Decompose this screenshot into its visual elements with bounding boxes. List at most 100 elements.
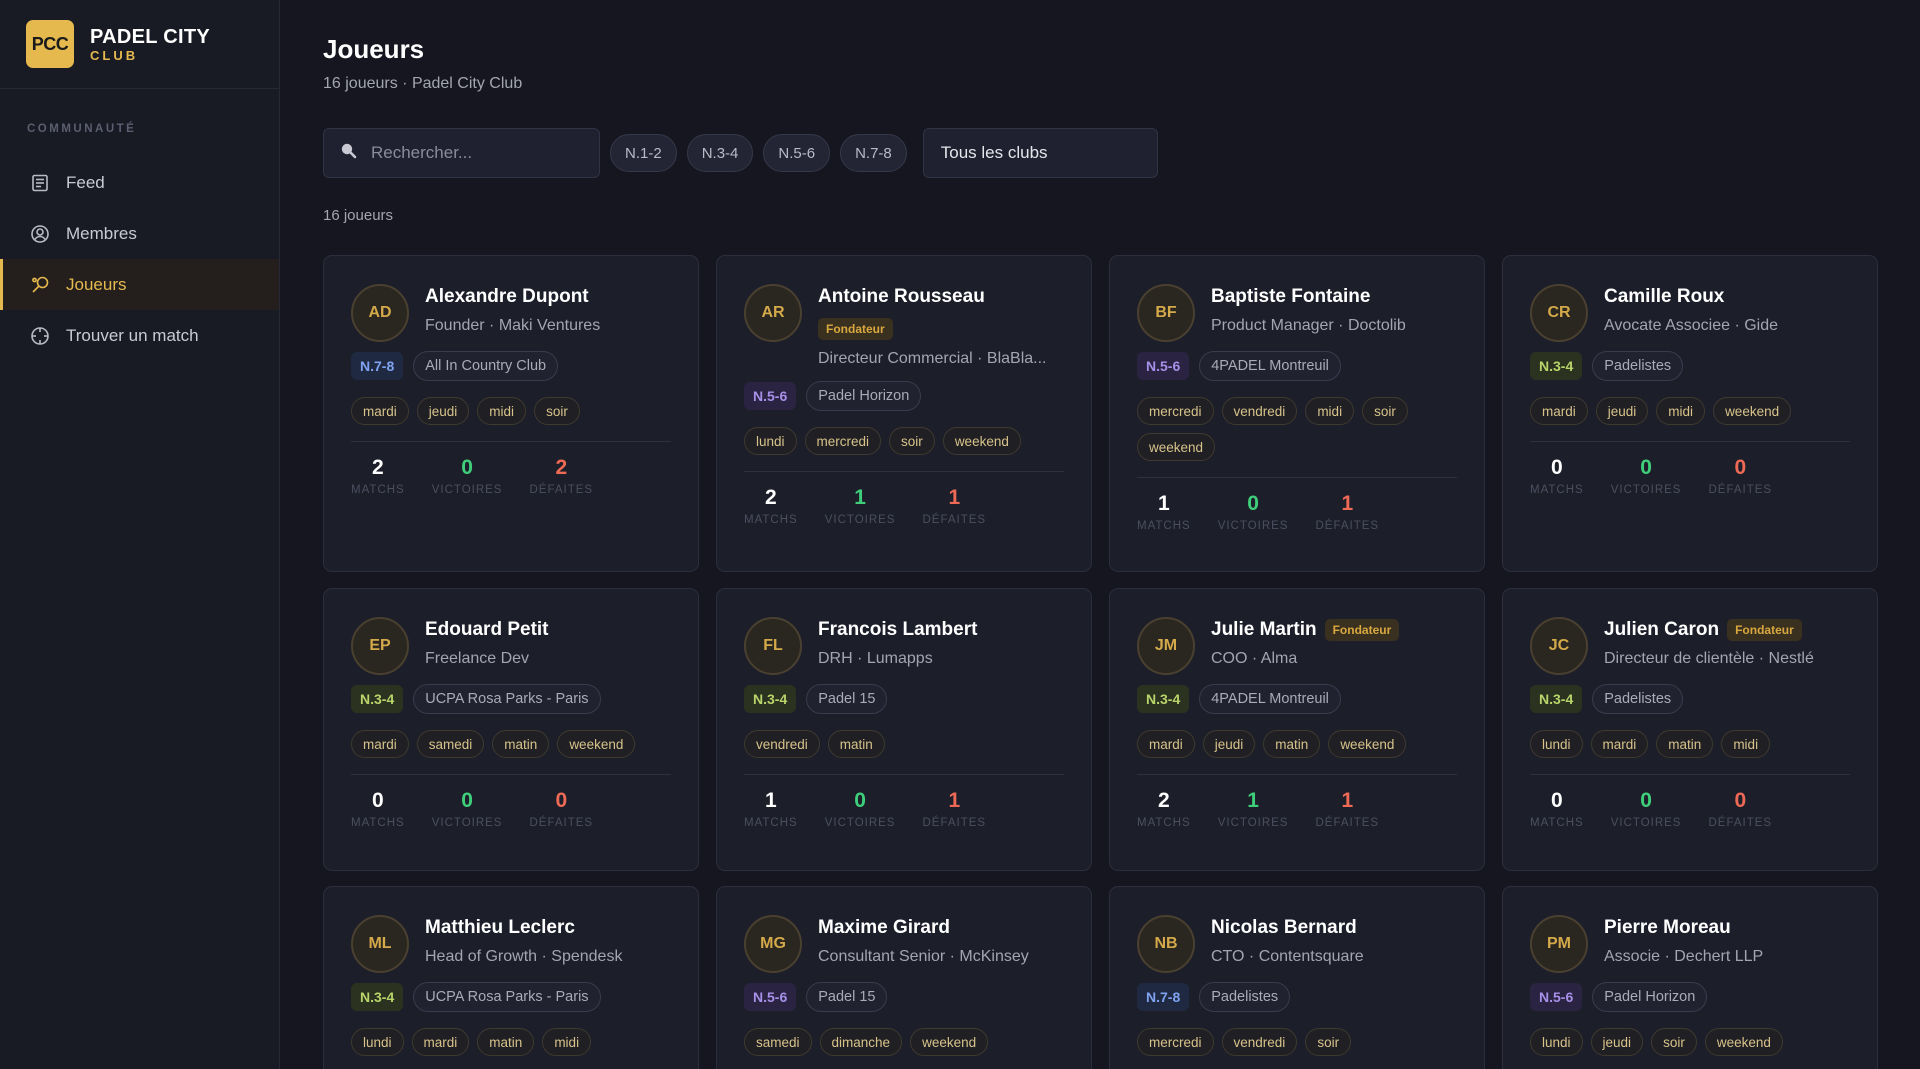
player-name[interactable]: Camille Roux: [1604, 286, 1724, 308]
player-name[interactable]: Francois Lambert: [818, 619, 977, 641]
sidebar-item-membres[interactable]: Membres: [0, 208, 279, 259]
avatar: EP: [351, 617, 409, 675]
matches-label: MATCHS: [1137, 817, 1191, 829]
availability-tag: soir: [889, 427, 935, 455]
stat-losses: 1 DÉFAITES: [922, 483, 986, 526]
availability-tag: jeudi: [416, 397, 470, 425]
availability-tag: lundi: [1530, 1028, 1583, 1056]
player-card[interactable]: FL Francois Lambert DRH · Lumapps N.3-4 Pade…: [716, 588, 1092, 871]
player-role: Avocate Associee · Gide: [1604, 317, 1779, 334]
sidebar-item-trouver-un-match[interactable]: Trouver un match: [0, 310, 279, 361]
losses-value: 0: [1734, 789, 1747, 812]
sidebar-item-label: Joueurs: [66, 274, 127, 294]
club-logo: PCC: [26, 20, 74, 68]
avatar: PM: [1530, 915, 1588, 973]
club-chip: Padel 15: [806, 684, 888, 714]
player-card[interactable]: JM Julie Martin Fondateur COO · Alma N.3-4 4P…: [1109, 588, 1485, 871]
losses-label: DÉFAITES: [529, 484, 594, 496]
club-chip: 4PADEL Montreuil: [1199, 684, 1341, 714]
matches-value: 2: [765, 486, 777, 509]
player-name[interactable]: Alexandre Dupont: [425, 286, 589, 308]
player-name[interactable]: Julie Martin: [1211, 619, 1317, 641]
availability-tag: vendredi: [1221, 397, 1298, 425]
losses-label: DÉFAITES: [1708, 817, 1773, 829]
search-icon: [340, 142, 357, 164]
availability-tag: jeudi: [1595, 397, 1649, 425]
availability-tags: lundi mardi matin midi: [351, 1028, 678, 1064]
player-name[interactable]: Baptiste Fontaine: [1211, 286, 1370, 308]
brand[interactable]: PCC PADEL CITY CLUB: [0, 0, 279, 89]
player-card[interactable]: EP Edouard Petit Freelance Dev N.3-4 UCPA Ro…: [323, 588, 699, 871]
player-name[interactable]: Matthieu Leclerc: [425, 917, 575, 939]
player-card[interactable]: CR Camille Roux Avocate Associee · Gide N.3…: [1502, 255, 1878, 572]
founder-badge: Fondateur: [1727, 619, 1802, 641]
wins-label: VICTOIRES: [824, 514, 896, 526]
level-badge: N.3-4: [1530, 352, 1583, 380]
page-subtitle: 16 joueurs · Padel City Club: [323, 75, 523, 92]
club-chip: Padelistes: [1592, 351, 1684, 381]
stat-wins: 0 VICTOIRES: [1611, 453, 1682, 496]
player-name[interactable]: Julien Caron: [1604, 619, 1719, 641]
availability-tag: matin: [492, 730, 550, 758]
player-stats: 0 MATCHS 0 VICTOIRES 0 DÉFAITES: [1530, 786, 1799, 829]
avatar: AR: [744, 284, 802, 342]
stat-wins: 0 VICTOIRES: [825, 786, 896, 829]
matches-label: MATCHS: [1137, 520, 1191, 532]
losses-value: 2: [555, 456, 568, 479]
availability-tag: samedi: [416, 730, 485, 758]
availability-tags: lundi mardi matin midi: [1530, 730, 1857, 766]
stat-losses: 0 DÉFAITES: [529, 786, 593, 829]
availability-tag: matin: [1656, 730, 1714, 758]
avatar: BF: [1137, 284, 1195, 342]
matches-value: 2: [372, 456, 384, 479]
wins-label: VICTOIRES: [431, 484, 503, 496]
avatar: CR: [1530, 284, 1588, 342]
availability-tag: vendredi: [744, 730, 820, 758]
availability-tag: lundi: [351, 1028, 404, 1056]
level-filter-n5-6[interactable]: N.5-6: [763, 134, 831, 172]
wins-label: VICTOIRES: [1217, 817, 1289, 829]
player-name[interactable]: Maxime Girard: [818, 917, 950, 939]
user-circle-icon: [29, 223, 51, 245]
player-stats: 2 MATCHS 1 VICTOIRES 1 DÉFAITES: [744, 483, 1013, 526]
player-card[interactable]: AD Alexandre Dupont Founder · Maki Venture…: [323, 255, 699, 572]
search-box[interactable]: [323, 128, 600, 178]
availability-tag: mardi: [351, 730, 409, 758]
level-filter-n7-8[interactable]: N.7-8: [840, 134, 907, 172]
level-badge: N.3-4: [1137, 685, 1190, 713]
nav-section-title: COMMUNAUTÉ: [27, 123, 137, 135]
sidebar-item-joueurs[interactable]: Joueurs: [0, 259, 279, 310]
player-card[interactable]: MG Maxime Girard Consultant Senior · McKin…: [716, 886, 1092, 1069]
player-card[interactable]: NB Nicolas Bernard CTO · Contentsquare N.7-…: [1109, 886, 1485, 1069]
club-chip: 4PADEL Montreuil: [1199, 351, 1341, 381]
level-filter-n3-4[interactable]: N.3-4: [686, 134, 754, 172]
wins-value: 0: [1640, 456, 1652, 479]
player-name[interactable]: Antoine Rousseau: [818, 286, 985, 308]
search-input[interactable]: [371, 143, 591, 163]
player-card[interactable]: ML Matthieu Leclerc Head of Growth · Spend…: [323, 886, 699, 1069]
avatar: NB: [1137, 915, 1195, 973]
club-select[interactable]: Tous les clubs: [922, 128, 1158, 178]
sidebar-item-feed[interactable]: Feed: [0, 157, 279, 208]
filter-toolbar: N.1-2 N.3-4 N.5-6 N.7-8 Tous les clubs: [323, 128, 1158, 178]
player-card[interactable]: BF Baptiste Fontaine Product Manager · Doc…: [1109, 255, 1485, 572]
player-card[interactable]: JC Julien Caron Fondateur Directeur de clie…: [1502, 588, 1878, 871]
sidebar: PCC PADEL CITY CLUB COMMUNAUTÉ Feed Memb…: [0, 0, 280, 1069]
matches-label: MATCHS: [744, 817, 798, 829]
stat-losses: 0 DÉFAITES: [1708, 453, 1772, 496]
player-name[interactable]: Pierre Moreau: [1604, 917, 1731, 939]
padel-racket-icon: [29, 274, 51, 296]
player-name[interactable]: Edouard Petit: [425, 619, 549, 641]
player-name[interactable]: Nicolas Bernard: [1211, 917, 1357, 939]
player-card[interactable]: AR Antoine Rousseau Fondateur Directeur Com…: [716, 255, 1092, 572]
availability-tag: dimanche: [819, 1028, 903, 1056]
player-role: Consultant Senior · McKinsey: [818, 948, 1029, 965]
stat-wins: 0 VICTOIRES: [432, 453, 503, 496]
player-card[interactable]: PM Pierre Moreau Associe · Dechert LLP N.5-…: [1502, 886, 1878, 1069]
club-chip: UCPA Rosa Parks - Paris: [413, 982, 601, 1012]
level-filter-n1-2[interactable]: N.1-2: [610, 134, 677, 172]
availability-tag: weekend: [1713, 397, 1792, 425]
level-badge: N.5-6: [744, 382, 797, 410]
stat-wins: 0 VICTOIRES: [432, 786, 503, 829]
brand-subtitle: CLUB: [90, 47, 139, 63]
